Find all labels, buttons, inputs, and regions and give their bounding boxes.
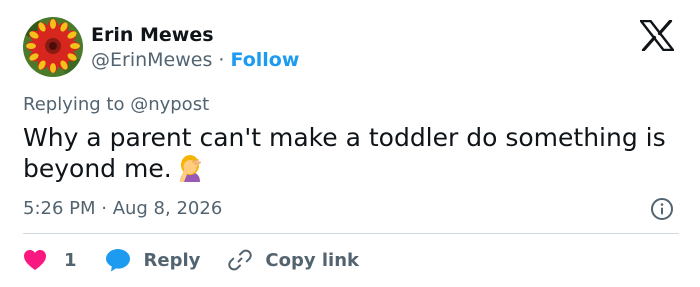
author-handle[interactable]: @ErinMewes	[91, 49, 212, 71]
reply-label: Reply	[143, 249, 201, 271]
flower-avatar-image	[23, 17, 83, 77]
facepalm-emoji-icon	[176, 154, 204, 184]
copy-link-label: Copy link	[265, 249, 359, 271]
separator-dot: ·	[218, 49, 231, 71]
link-icon	[228, 249, 253, 271]
reply-bubble-icon	[105, 249, 130, 272]
x-logo-icon[interactable]	[639, 19, 675, 52]
tweet-timestamp[interactable]: 5:26 PM · Aug 8, 2026	[23, 198, 222, 219]
copy-link-button[interactable]: Copy link	[228, 248, 359, 272]
action-bar: 1 Reply Copy link	[23, 246, 359, 274]
like-count: 1	[64, 249, 77, 271]
tweet-card: Erin Mewes @ErinMewes · Follow Replying …	[0, 0, 700, 287]
replying-to[interactable]: Replying to @nypost	[23, 94, 209, 115]
reply-button[interactable]: Reply	[105, 248, 201, 272]
info-icon[interactable]	[650, 197, 674, 221]
follow-button[interactable]: Follow	[231, 49, 300, 71]
avatar[interactable]	[23, 17, 83, 77]
tweet-body: Why a parent can't make a toddler do som…	[23, 122, 673, 184]
author-handle-row: @ErinMewes · Follow	[91, 49, 299, 71]
divider	[23, 233, 679, 234]
heart-icon	[24, 250, 46, 270]
author-name[interactable]: Erin Mewes	[91, 24, 214, 46]
like-button[interactable]: 1	[23, 249, 77, 271]
tweet-text: Why a parent can't make a toddler do som…	[23, 123, 666, 183]
